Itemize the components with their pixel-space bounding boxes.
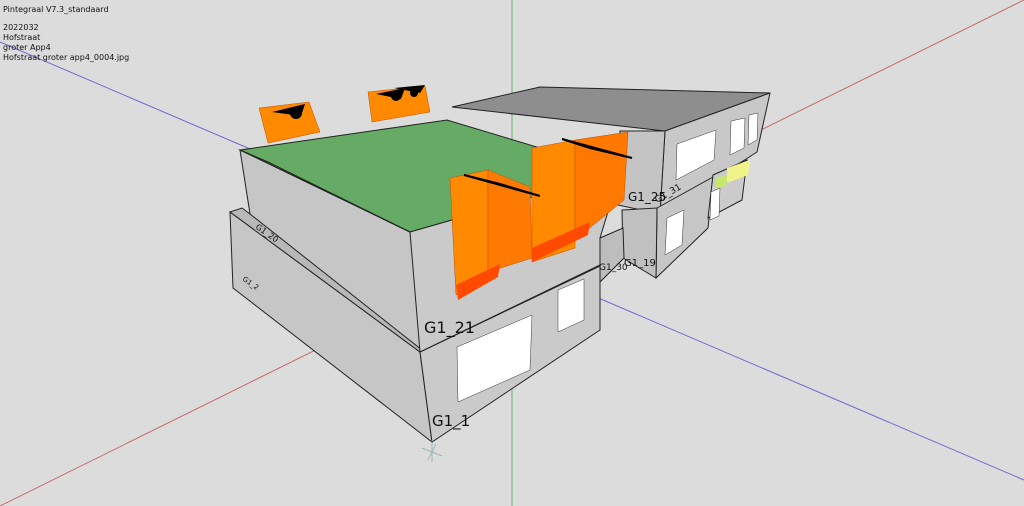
app-title: Pintegraal V7.3_standaard	[3, 5, 109, 14]
zone-label-g1-19: G1_19	[624, 258, 656, 269]
street-name: Hofstraat	[3, 33, 41, 42]
3d-viewport[interactable]: G1_1 G1_21 G1_25 G1_31 G1_30 G1_19 G1_20…	[0, 0, 1024, 506]
scene-canvas[interactable]: G1_1 G1_21 G1_25 G1_31 G1_30 G1_19 G1_20…	[0, 0, 1024, 506]
project-number: 2022032	[3, 23, 39, 32]
project-name: groter App4	[3, 43, 51, 52]
project-info-overlay: Pintegraal V7.3_standaard 2022032 Hofstr…	[3, 5, 129, 63]
origin-marker	[421, 440, 443, 462]
zone-label-g1-21: G1_21	[424, 318, 475, 338]
image-file-name: Hofstraat groter app4_0004.jpg	[3, 53, 130, 62]
zone-label-g1-1: G1_1	[432, 412, 470, 431]
